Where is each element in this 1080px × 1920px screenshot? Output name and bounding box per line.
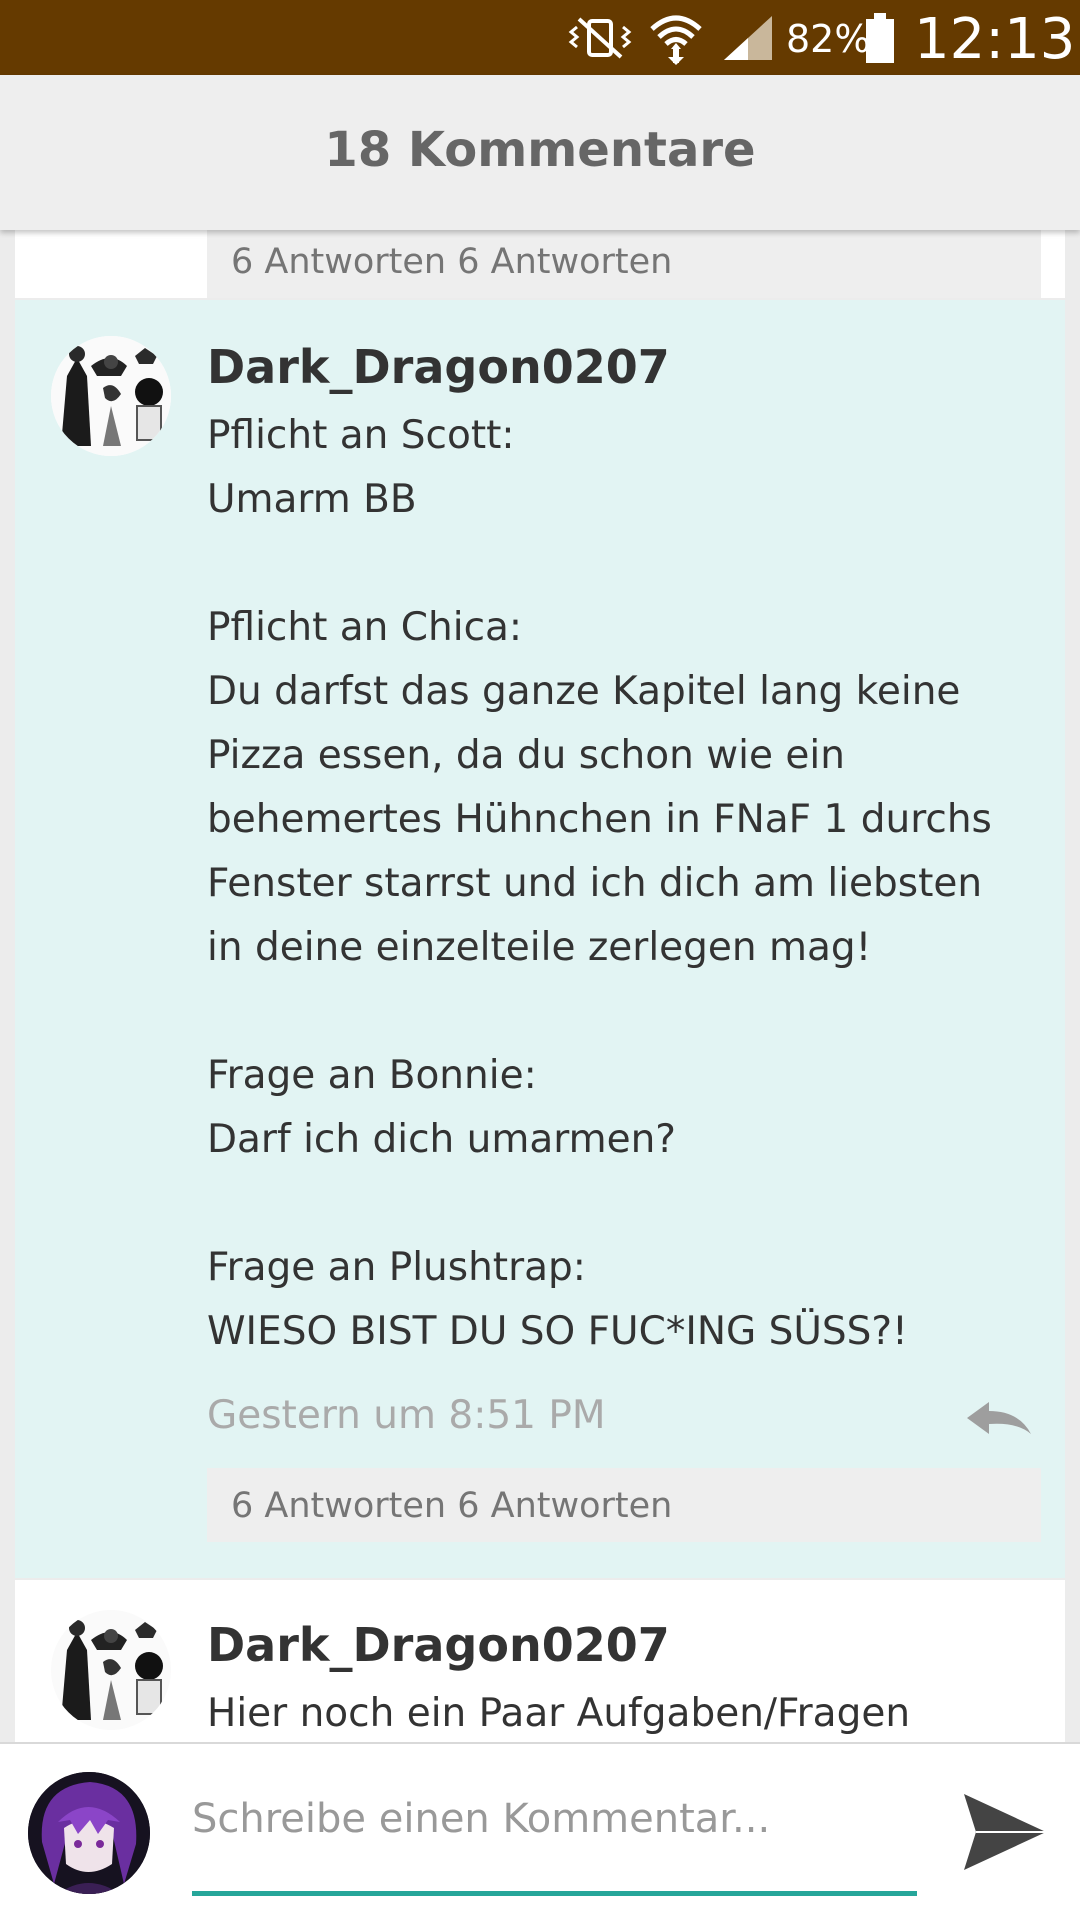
current-user-avatar: [28, 1772, 150, 1894]
replies-button[interactable]: 6 Antworten 6 Antworten: [207, 230, 1041, 298]
reply-icon[interactable]: [965, 1400, 1035, 1440]
wifi-icon: [648, 0, 704, 75]
input-underline: [192, 1891, 917, 1896]
comment-text: Pflicht an Scott: Umarm BB Pflicht an Ch…: [207, 413, 992, 1354]
comment-feed[interactable]: 6 Antworten 6 Antworten Dark_Dragon0207 …: [0, 230, 1080, 1742]
comment-input[interactable]: [192, 1784, 917, 1854]
comment-card: 6 Antworten 6 Antworten: [15, 230, 1065, 298]
avatar[interactable]: [51, 336, 171, 456]
clock: 12:13: [914, 7, 1076, 72]
status-bar: 82% 12:13: [0, 0, 1080, 75]
comment-text: Hier noch ein Paar Aufgaben/Fragen: [207, 1691, 911, 1736]
signal-icon: [722, 0, 774, 75]
send-icon: [964, 1794, 1046, 1870]
comment-card-highlighted: Dark_Dragon0207 Pflicht an Scott: Umarm …: [15, 300, 1065, 1578]
replies-button[interactable]: 6 Antworten 6 Antworten: [207, 1468, 1041, 1542]
vibrate-mute-icon: [563, 0, 637, 75]
page-title: 18 Kommentare: [324, 122, 756, 178]
battery-icon: [864, 0, 896, 75]
comment-card: Dark_Dragon0207 Hier noch ein Paar Aufga…: [15, 1580, 1065, 1742]
app-header: 18 Kommentare: [0, 75, 1080, 230]
avatar[interactable]: [51, 1610, 171, 1730]
comment-username[interactable]: Dark_Dragon0207: [207, 340, 670, 394]
comment-username[interactable]: Dark_Dragon0207: [207, 1618, 670, 1672]
comment-timestamp: Gestern um 8:51 PM: [207, 1393, 606, 1438]
comment-composer: [0, 1742, 1080, 1920]
battery-percent: 82%: [786, 17, 871, 61]
send-button[interactable]: [962, 1792, 1048, 1872]
